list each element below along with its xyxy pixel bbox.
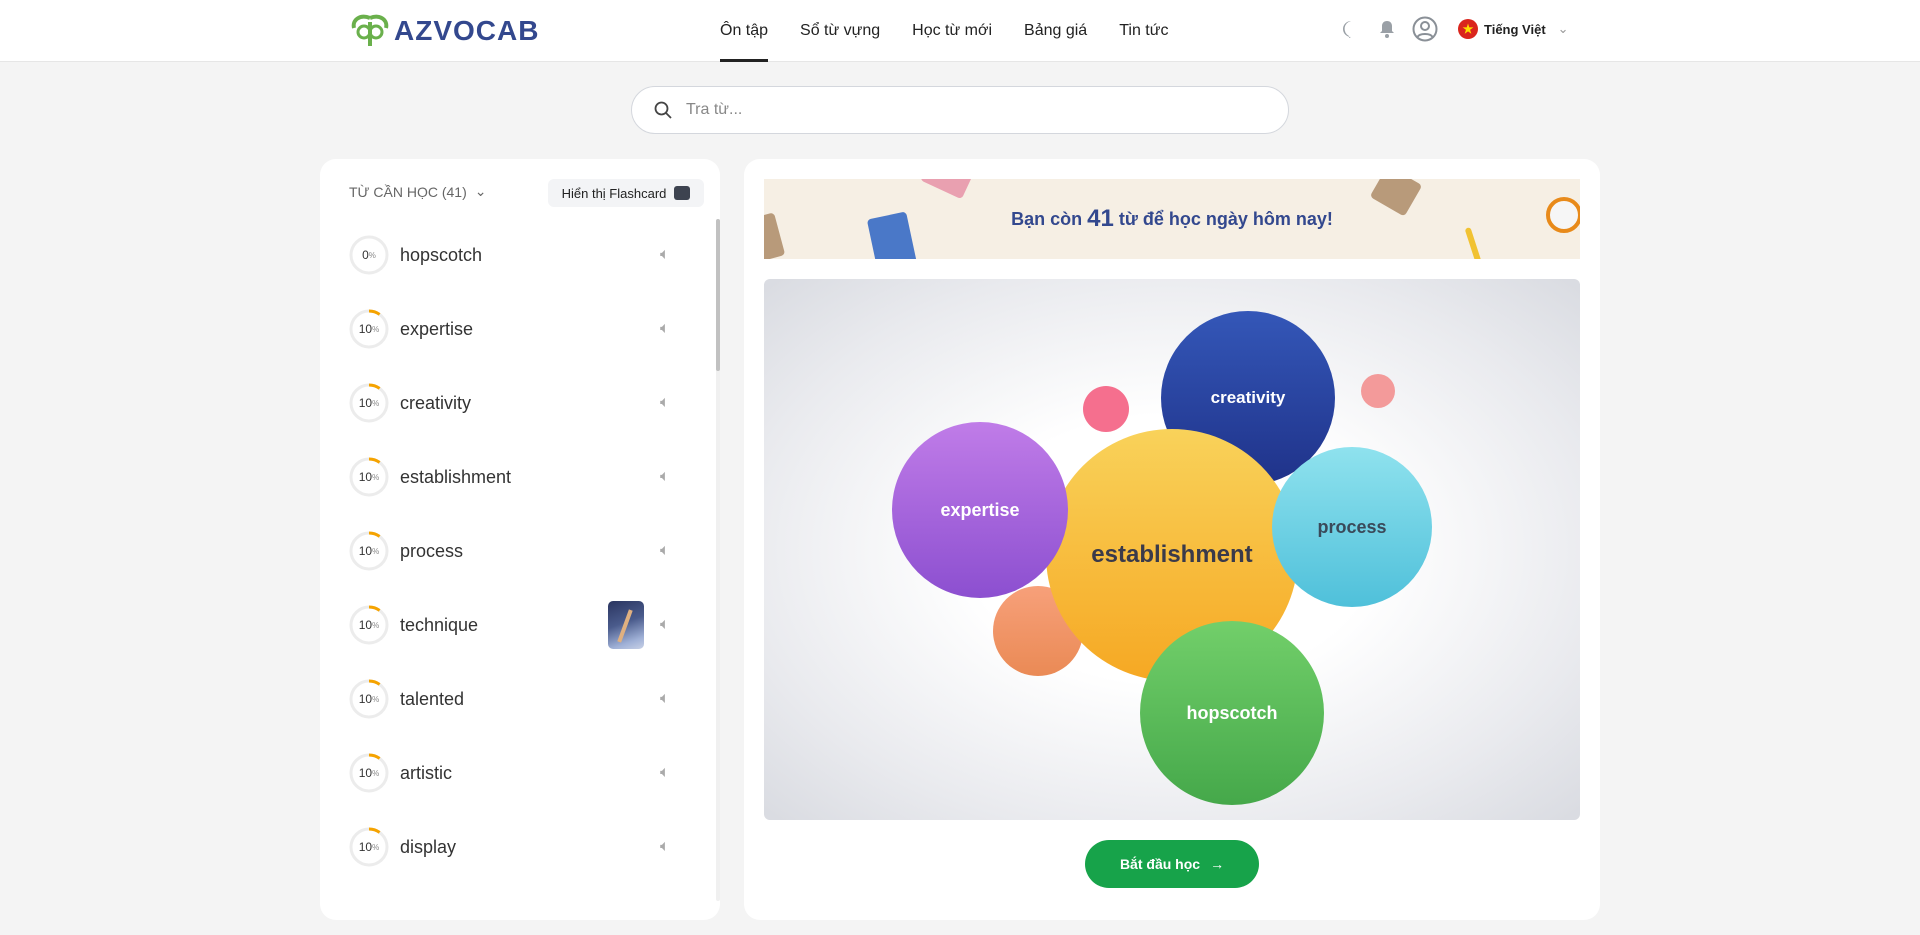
- decor-bubble-pink-small: [1361, 374, 1395, 408]
- progress-value: 10: [358, 544, 373, 558]
- logo[interactable]: AZVOCAB: [350, 14, 539, 48]
- word-list-item[interactable]: 10% process 🔈︎: [320, 514, 720, 588]
- start-learning-button[interactable]: Bắt đầu học →: [1085, 840, 1259, 888]
- word-bubble-cloud: creativity establishment expertise proce…: [764, 279, 1580, 820]
- word-text: process: [400, 540, 464, 561]
- search-input[interactable]: [686, 101, 1246, 119]
- logo-text: AZVOCAB: [394, 15, 540, 46]
- progress-ring: 10%: [349, 457, 389, 497]
- bubble-label: hopscotch: [1186, 702, 1278, 723]
- top-header: AZVOCAB Ôn tập Sổ từ vựng Học từ mới Bản…: [0, 0, 1920, 62]
- progress-ring: 10%: [349, 383, 389, 423]
- word-list-panel: TỪ CẦN HỌC (41) ⌄ Hiển thị Flashcard 0% ho…: [320, 159, 720, 920]
- scrollbar-thumb[interactable]: [716, 219, 720, 371]
- bubble-label: creativity: [1210, 388, 1286, 407]
- word-text: establishment: [400, 466, 512, 487]
- progress-ring: 10%: [349, 531, 389, 571]
- word-list-item[interactable]: 10% expertise 🔈︎: [320, 292, 720, 366]
- speaker-icon[interactable]: 🔈︎: [660, 246, 670, 264]
- banner-prefix: Bạn còn: [1011, 208, 1083, 229]
- progress-value: 10: [358, 322, 373, 336]
- show-flashcard-label: Hiển thị Flashcard: [561, 185, 667, 201]
- word-text: artistic: [400, 762, 453, 783]
- speaker-icon[interactable]: 🔈︎: [660, 690, 670, 708]
- bubble-label: process: [1317, 516, 1387, 537]
- word-text: expertise: [400, 318, 474, 339]
- word-text: creativity: [400, 392, 472, 413]
- main-nav: Ôn tập Sổ từ vựng Học từ mới Bảng giá Ti…: [720, 0, 1168, 62]
- review-panel: Bạn còn 41 từ để học ngày hôm nay! creativ…: [744, 159, 1600, 920]
- nav-bang-gia[interactable]: Bảng giá: [1024, 0, 1087, 62]
- nav-hoc-tu-moi[interactable]: Học từ mới: [912, 0, 992, 62]
- banner-message: Bạn còn 41 từ để học ngày hôm nay!: [764, 179, 1580, 259]
- svg-text:?: ?: [1348, 24, 1354, 36]
- word-list-title: TỪ CẦN HỌC (41): [349, 183, 467, 200]
- progress-ring: 0%: [349, 235, 389, 275]
- word-list-item[interactable]: 10% talented 🔈︎: [320, 662, 720, 736]
- banner-suffix: từ để học ngày hôm nay!: [1118, 208, 1333, 229]
- bell-icon[interactable]: [1376, 18, 1398, 40]
- word-list-item[interactable]: 10% display 🔈︎: [320, 810, 720, 884]
- progress-ring: 10%: [349, 309, 389, 349]
- word-text: display: [400, 836, 457, 857]
- word-list-item[interactable]: 0% hopscotch 🔈︎: [320, 218, 720, 292]
- word-text: technique: [400, 614, 479, 635]
- nav-so-tu-vung[interactable]: Sổ từ vựng: [800, 0, 880, 62]
- header-actions: ? ★ Tiếng Việt ⌄: [1340, 16, 1569, 42]
- word-list-header[interactable]: TỪ CẦN HỌC (41) ⌄: [349, 183, 486, 200]
- logo-mark-icon: [351, 14, 389, 46]
- word-list-item[interactable]: 10% creativity 🔈︎: [320, 366, 720, 440]
- speaker-icon[interactable]: 🔈︎: [660, 468, 670, 486]
- show-flashcard-button[interactable]: Hiển thị Flashcard: [548, 179, 704, 207]
- language-selector[interactable]: ★ Tiếng Việt ⌄: [1458, 19, 1569, 39]
- progress-value: 10: [358, 840, 373, 854]
- bubble-process[interactable]: process: [1272, 447, 1432, 607]
- nav-tin-tuc[interactable]: Tin tức: [1119, 0, 1168, 62]
- start-learning-label: Bắt đầu học: [1119, 856, 1201, 872]
- word-list-item[interactable]: 10% technique 🔈︎: [320, 588, 720, 662]
- banner-count: 41: [1087, 205, 1114, 232]
- bubble-expertise[interactable]: expertise: [892, 422, 1068, 598]
- progress-ring: 10%: [349, 827, 389, 867]
- word-list-item[interactable]: 10% establishment 🔈︎: [320, 440, 720, 514]
- flashcard-stack-icon: [674, 186, 691, 200]
- word-list-item[interactable]: 10% artistic 🔈︎: [320, 736, 720, 810]
- progress-value: 0: [362, 248, 369, 262]
- speaker-icon[interactable]: 🔈︎: [660, 320, 670, 338]
- bubble-hopscotch[interactable]: hopscotch: [1140, 621, 1324, 805]
- speaker-icon[interactable]: 🔈︎: [660, 394, 670, 412]
- decor-bubble-pink: [1083, 386, 1129, 432]
- nav-on-tap[interactable]: Ôn tập: [720, 0, 769, 62]
- bubble-label: establishment: [1091, 541, 1253, 568]
- speaker-icon[interactable]: 🔈︎: [660, 616, 670, 634]
- progress-value: 10: [358, 766, 373, 780]
- progress-value: 10: [358, 692, 373, 706]
- progress-value: 10: [358, 470, 373, 484]
- chevron-down-icon: ⌄: [1557, 21, 1569, 36]
- help-icon[interactable]: ?: [1340, 18, 1362, 40]
- search-icon: [654, 101, 672, 119]
- progress-ring: 10%: [349, 605, 389, 645]
- vietnam-flag-icon: ★: [1458, 19, 1478, 39]
- word-list: 0% hopscotch 🔈︎ 10% expertise 🔈︎ 10% creativity…: [320, 218, 720, 884]
- progress-ring: 10%: [349, 679, 389, 719]
- progress-value: 10: [358, 618, 373, 632]
- word-text: hopscotch: [400, 244, 483, 265]
- language-label: Tiếng Việt: [1484, 21, 1546, 37]
- speaker-icon[interactable]: 🔈︎: [660, 542, 670, 560]
- progress-value: 10: [358, 396, 373, 410]
- search-bar: [631, 86, 1289, 134]
- daily-goal-banner: Bạn còn 41 từ để học ngày hôm nay!: [764, 179, 1580, 259]
- speaker-icon[interactable]: 🔈︎: [660, 838, 670, 856]
- progress-ring: 10%: [349, 753, 389, 793]
- word-text: talented: [400, 688, 465, 709]
- speaker-icon[interactable]: 🔈︎: [660, 764, 670, 782]
- user-account-icon[interactable]: [1412, 16, 1438, 42]
- chevron-down-icon: ⌄: [474, 183, 487, 199]
- bubble-label: expertise: [940, 499, 1020, 520]
- arrow-right-icon: →: [1210, 856, 1225, 872]
- word-image-thumbnail[interactable]: [608, 601, 644, 649]
